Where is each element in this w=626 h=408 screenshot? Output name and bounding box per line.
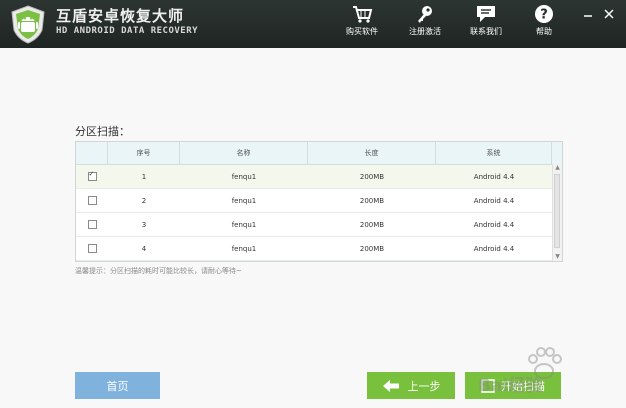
partition-table: 序号 名称 长度 系统 1 fenqu1 200MB Android 4.4 2… — [75, 141, 563, 262]
key-icon — [418, 6, 432, 23]
header-size: 长度 — [308, 142, 436, 164]
chat-icon — [477, 6, 495, 22]
header-system: 系统 — [436, 142, 552, 164]
minimize-button[interactable] — [582, 4, 594, 17]
scroll-up-icon[interactable]: ▲ — [553, 164, 562, 172]
table-row[interactable]: 4 fenqu1 200MB Android 4.4 — [76, 237, 562, 261]
minimize-icon — [584, 15, 592, 17]
home-button[interactable]: 首页 — [75, 372, 160, 399]
row-index: 3 — [141, 220, 147, 229]
row-name: fenqu1 — [231, 244, 257, 253]
row-name: fenqu1 — [231, 196, 257, 205]
contact-button[interactable]: 联系我们 — [457, 4, 515, 37]
row-size: 200MB — [359, 244, 385, 253]
previous-step-button[interactable]: 上一步 — [367, 372, 455, 399]
scroll-down-icon[interactable]: ▼ — [553, 253, 562, 261]
table-row[interactable]: 3 fenqu1 200MB Android 4.4 — [76, 213, 562, 237]
header-checkbox-col — [76, 142, 108, 164]
row-index: 4 — [141, 244, 147, 253]
help-button[interactable]: ? 帮助 — [515, 4, 573, 37]
svg-text:?: ? — [540, 8, 548, 23]
previous-step-label: 上一步 — [407, 379, 441, 393]
scroll-thumb[interactable] — [554, 174, 560, 248]
buy-software-button[interactable]: 购买软件 — [333, 4, 391, 37]
register-button[interactable]: 注册激活 — [396, 4, 454, 37]
close-icon — [604, 9, 614, 19]
table-row[interactable]: 2 fenqu1 200MB Android 4.4 — [76, 189, 562, 213]
partition-scan-title: 分区扫描： — [75, 125, 130, 138]
row-system: Android 4.4 — [473, 172, 515, 181]
row-name: fenqu1 — [231, 220, 257, 229]
header-name: 名称 — [180, 142, 308, 164]
app-subtitle: HD ANDROID DATA RECOVERY — [56, 26, 199, 36]
home-label: 首页 — [106, 379, 129, 393]
register-label: 注册激活 — [409, 27, 441, 36]
row-system: Android 4.4 — [473, 196, 515, 205]
buy-software-label: 购买软件 — [346, 27, 378, 36]
watermark-text: Bai经验 — [478, 376, 543, 396]
help-label: 帮助 — [536, 27, 552, 36]
table-row[interactable]: 1 fenqu1 200MB Android 4.4 — [76, 165, 562, 189]
help-icon: ? — [535, 5, 553, 23]
header-index: 序号 — [108, 142, 180, 164]
row-size: 200MB — [359, 196, 385, 205]
row-name: fenqu1 — [231, 172, 257, 181]
watermark: Bai经验 — [478, 343, 598, 396]
cart-icon — [353, 6, 373, 23]
row-size: 200MB — [359, 172, 385, 181]
row-checkbox[interactable] — [87, 244, 97, 253]
app-title: 互盾安卓恢复大师 — [56, 7, 185, 25]
row-index: 1 — [141, 172, 147, 181]
row-checkbox[interactable] — [87, 220, 97, 229]
close-button[interactable] — [603, 4, 615, 19]
row-index: 2 — [141, 196, 147, 205]
title-bar: 互盾安卓恢复大师 HD ANDROID DATA RECOVERY 购买软件 注… — [0, 0, 626, 48]
row-system: Android 4.4 — [473, 244, 515, 253]
hint-text: 温馨提示：分区扫描的耗时可能比较长，请耐心等待~ — [75, 267, 242, 275]
row-size: 200MB — [359, 220, 385, 229]
table-scrollbar[interactable]: ▲ ▼ — [552, 164, 562, 261]
arrow-left-icon — [382, 379, 399, 392]
table-header: 序号 名称 长度 系统 — [76, 142, 562, 165]
android-shield-logo — [11, 5, 45, 44]
contact-label: 联系我们 — [470, 27, 502, 36]
row-checkbox[interactable] — [87, 196, 97, 205]
row-system: Android 4.4 — [473, 220, 515, 229]
row-checkbox[interactable] — [87, 170, 97, 181]
